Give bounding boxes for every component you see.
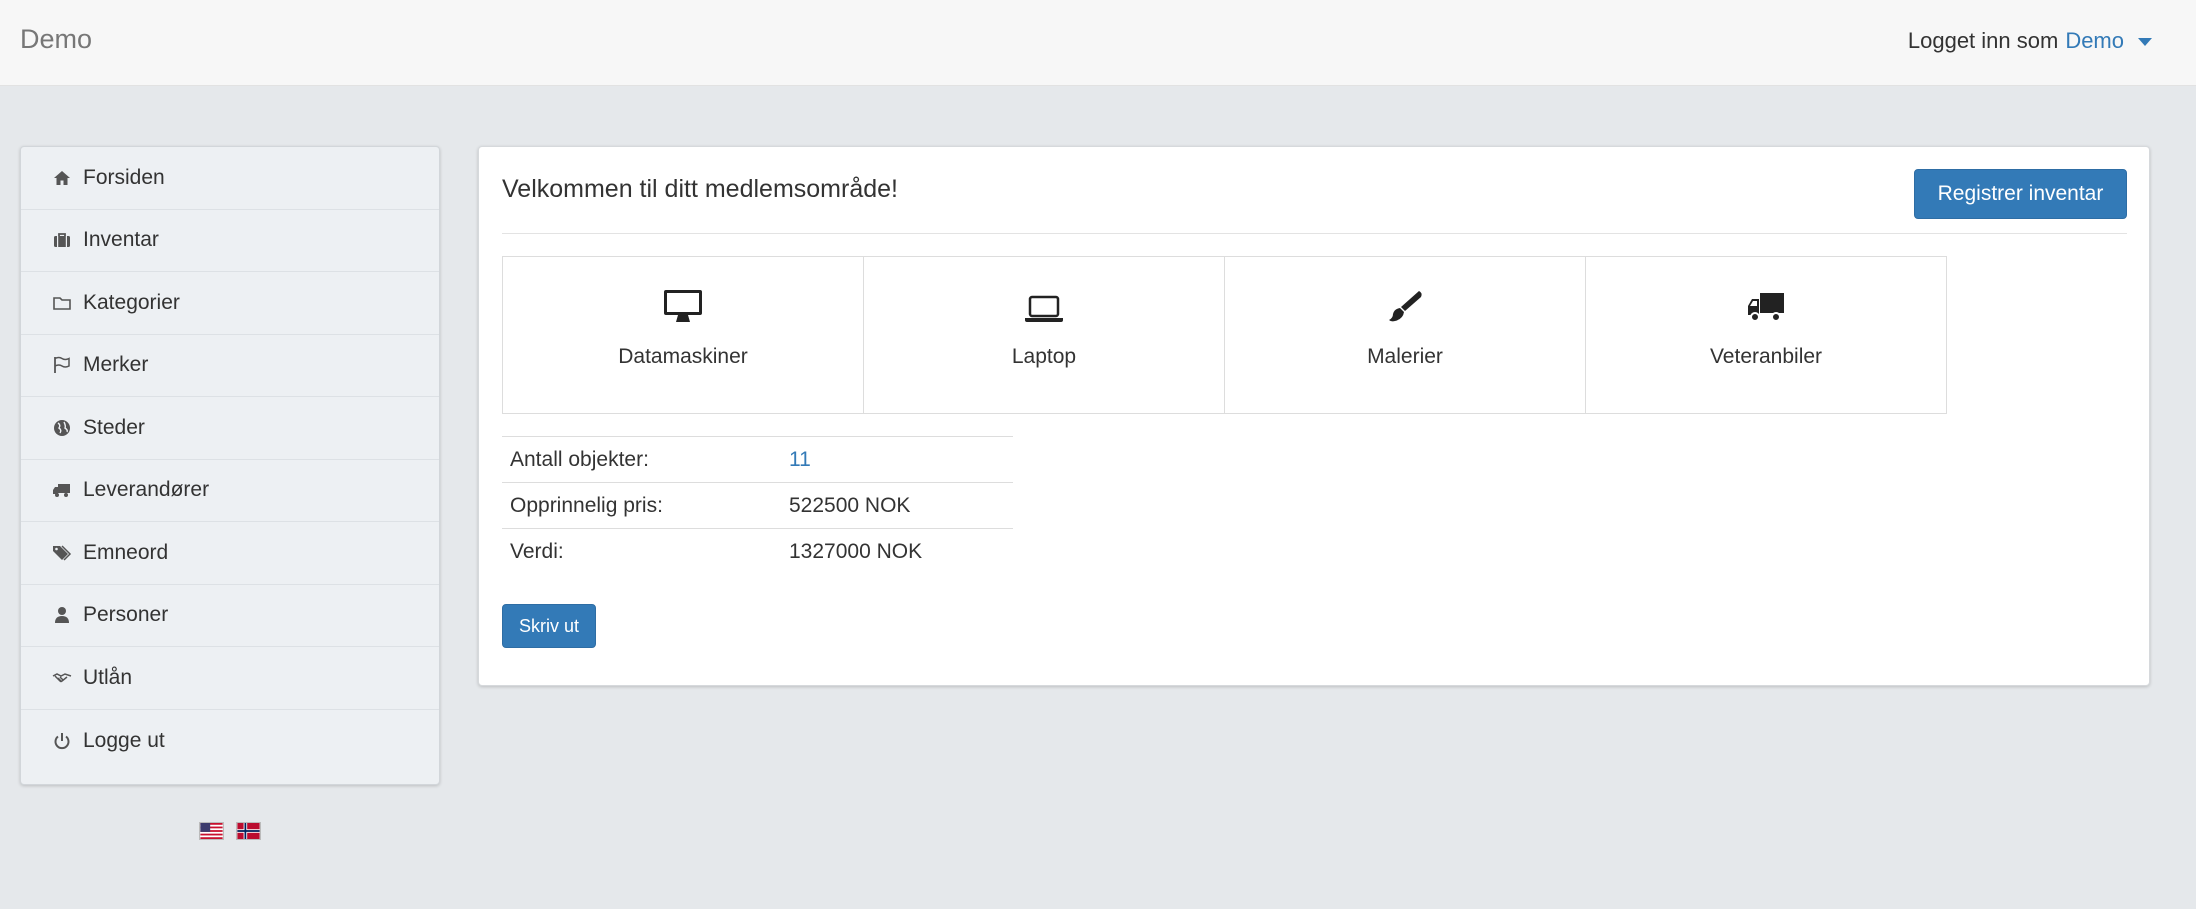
stat-value: 1327000 NOK xyxy=(781,528,1013,575)
home-icon xyxy=(51,167,73,189)
sidebar-item-label: Leverandører xyxy=(83,478,210,502)
page-title: Velkommen til ditt medlemsområde! xyxy=(502,175,898,203)
sidebar-item-label: Utlån xyxy=(83,665,133,689)
category-tile-laptop[interactable]: Laptop xyxy=(863,256,1225,414)
handshake-icon xyxy=(51,667,73,689)
caret-down-icon[interactable] xyxy=(2138,38,2152,46)
sidebar-item-merker[interactable]: Merker xyxy=(21,335,439,397)
sidebar-item-label: Logge ut xyxy=(83,728,165,752)
sidebar-item-personer[interactable]: Personer xyxy=(21,585,439,647)
sidebar-item-inventar[interactable]: Inventar xyxy=(21,210,439,272)
sidebar-item-leverandorer[interactable]: Leverandører xyxy=(21,460,439,522)
truck-icon xyxy=(51,479,73,501)
category-tile-datamaskiner[interactable]: Datamaskiner xyxy=(502,256,864,414)
sidebar-item-kategorier[interactable]: Kategorier xyxy=(21,272,439,335)
paintbrush-icon xyxy=(1385,287,1425,327)
stat-label: Opprinnelig pris: xyxy=(502,482,781,529)
power-icon xyxy=(51,730,73,752)
sidebar-item-label: Merker xyxy=(83,353,149,377)
tags-icon xyxy=(51,542,73,564)
briefcase-icon xyxy=(51,229,73,251)
table-row: Opprinnelig pris: 522500 NOK xyxy=(502,482,1013,529)
table-row: Antall objekter: 11 xyxy=(502,436,1013,483)
sidebar-item-logge-ut[interactable]: Logge ut xyxy=(21,710,439,773)
inventory-stats-table: Antall objekter: 11 Opprinnelig pris: 52… xyxy=(502,436,1013,575)
desktop-icon xyxy=(663,287,703,327)
register-inventory-button[interactable]: Registrer inventar xyxy=(1914,169,2127,219)
stat-label: Antall objekter: xyxy=(502,436,781,483)
sidebar-item-emneord[interactable]: Emneord xyxy=(21,522,439,585)
folder-icon xyxy=(51,292,73,314)
category-label: Veteranbiler xyxy=(1709,345,1823,368)
sidebar-item-label: Emneord xyxy=(83,540,169,564)
norway-flag-icon[interactable] xyxy=(236,822,261,840)
print-button[interactable]: Skriv ut xyxy=(502,604,596,648)
user-icon xyxy=(51,604,73,626)
sidebar-item-label: Inventar xyxy=(83,228,159,252)
category-tiles: Datamaskiner Laptop Malerier Veteranbile… xyxy=(502,256,1947,414)
sidebar-item-label: Steder xyxy=(83,415,145,439)
user-name-link[interactable]: Demo xyxy=(2065,28,2124,54)
sidebar-item-forsiden[interactable]: Forsiden xyxy=(21,147,439,210)
category-label: Malerier xyxy=(1367,345,1443,368)
brand-link[interactable]: Demo xyxy=(20,24,92,55)
laptop-icon xyxy=(1024,287,1064,327)
sidebar-item-steder[interactable]: Steder xyxy=(21,397,439,460)
logged-in-label: Logget inn som xyxy=(1907,28,2059,53)
language-switcher xyxy=(199,822,261,840)
category-label: Laptop xyxy=(1011,345,1077,368)
top-navbar: Demo Logget inn som Demo xyxy=(0,0,2196,86)
stat-value: 522500 NOK xyxy=(781,482,1013,529)
table-row: Verdi: 1327000 NOK xyxy=(502,528,1013,575)
divider xyxy=(502,233,2127,234)
sidebar-item-label: Kategorier xyxy=(83,290,180,314)
category-tile-malerier[interactable]: Malerier xyxy=(1224,256,1586,414)
globe-icon xyxy=(51,417,73,439)
sidebar-item-utlan[interactable]: Utlån xyxy=(21,647,439,710)
main-panel: Velkommen til ditt medlemsområde! Regist… xyxy=(478,146,2150,686)
flag-icon xyxy=(51,354,73,376)
sidebar-item-label: Forsiden xyxy=(83,165,165,189)
category-label: Datamaskiner xyxy=(618,345,748,368)
sidebar-nav: Forsiden Inventar Kategorier Merker Sted… xyxy=(20,146,440,785)
truck-icon xyxy=(1746,287,1786,327)
user-menu[interactable]: Logget inn som Demo xyxy=(1908,28,2152,54)
stat-label: Verdi: xyxy=(502,528,781,575)
us-flag-icon[interactable] xyxy=(199,822,224,840)
category-tile-veteranbiler[interactable]: Veteranbiler xyxy=(1585,256,1947,414)
sidebar-item-label: Personer xyxy=(83,603,169,627)
object-count-link[interactable]: 11 xyxy=(781,436,1013,483)
